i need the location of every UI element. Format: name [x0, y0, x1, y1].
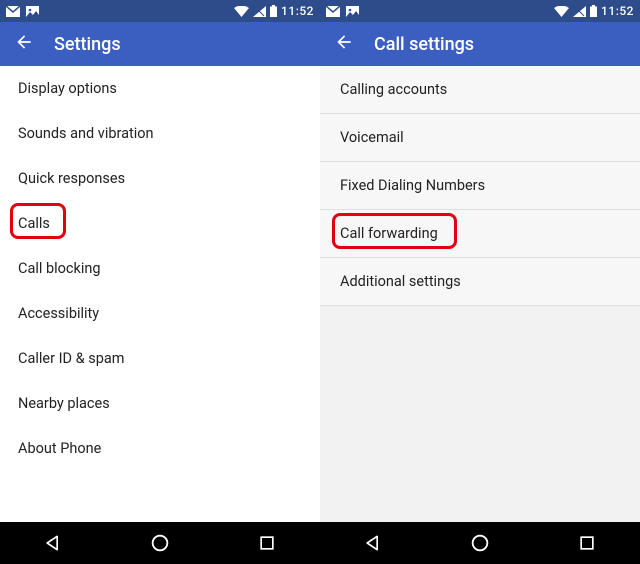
list-item-label: Caller ID & spam — [18, 350, 124, 367]
list-item-label: Quick responses — [18, 170, 125, 187]
list-item-label: Voicemail — [340, 129, 404, 146]
nav-home-icon[interactable] — [469, 532, 491, 554]
back-icon[interactable] — [334, 32, 354, 56]
list-item-label: Additional settings — [340, 273, 461, 290]
nav-recent-icon[interactable] — [577, 533, 597, 553]
settings-item-display-options[interactable]: Display options — [0, 66, 320, 111]
list-item-label: Display options — [18, 80, 117, 97]
status-clock: 11:52 — [281, 4, 314, 18]
page-title: Call settings — [374, 34, 474, 55]
settings-item-calls[interactable]: Calls — [0, 201, 320, 246]
list-item-label: Nearby places — [18, 395, 110, 412]
phone-screen-right: 11:52 Call settings Calling accounts Voi… — [320, 0, 640, 564]
navigation-bar — [0, 522, 320, 564]
nav-home-icon[interactable] — [149, 532, 171, 554]
list-item-label: Calls — [18, 215, 50, 232]
signal-icon — [253, 6, 266, 17]
settings-item-about-phone[interactable]: About Phone — [0, 426, 320, 471]
pictures-icon — [346, 6, 359, 17]
settings-item-nearby-places[interactable]: Nearby places — [0, 381, 320, 426]
gmail-icon — [6, 6, 20, 17]
navigation-bar — [320, 522, 640, 564]
settings-list: Display options Sounds and vibration Qui… — [0, 66, 320, 522]
callsettings-item-fixed-dialing[interactable]: Fixed Dialing Numbers — [320, 162, 640, 210]
call-settings-list: Calling accounts Voicemail Fixed Dialing… — [320, 66, 640, 522]
list-item-label: About Phone — [18, 440, 101, 457]
nav-back-icon[interactable] — [363, 533, 383, 553]
battery-icon — [590, 5, 597, 17]
settings-item-sounds-vibration[interactable]: Sounds and vibration — [0, 111, 320, 156]
status-clock: 11:52 — [601, 4, 634, 18]
list-item-label: Call blocking — [18, 260, 101, 277]
pictures-icon — [26, 6, 39, 17]
page-title: Settings — [54, 34, 121, 55]
list-item-label: Accessibility — [18, 305, 99, 322]
wifi-icon — [554, 6, 569, 17]
settings-item-quick-responses[interactable]: Quick responses — [0, 156, 320, 201]
callsettings-item-additional[interactable]: Additional settings — [320, 258, 640, 306]
settings-item-caller-id-spam[interactable]: Caller ID & spam — [0, 336, 320, 381]
status-bar: 11:52 — [320, 0, 640, 22]
nav-recent-icon[interactable] — [257, 533, 277, 553]
gmail-icon — [326, 6, 340, 17]
settings-item-accessibility[interactable]: Accessibility — [0, 291, 320, 336]
signal-icon — [573, 6, 586, 17]
back-icon[interactable] — [14, 32, 34, 56]
status-bar: 11:52 — [0, 0, 320, 22]
wifi-icon — [234, 6, 249, 17]
app-bar: Call settings — [320, 22, 640, 66]
list-item-label: Sounds and vibration — [18, 125, 154, 142]
callsettings-item-call-forwarding[interactable]: Call forwarding — [320, 210, 640, 258]
list-item-label: Calling accounts — [340, 81, 447, 98]
battery-icon — [270, 5, 277, 17]
settings-item-call-blocking[interactable]: Call blocking — [0, 246, 320, 291]
app-bar: Settings — [0, 22, 320, 66]
list-item-label: Fixed Dialing Numbers — [340, 177, 485, 194]
callsettings-item-calling-accounts[interactable]: Calling accounts — [320, 66, 640, 114]
phone-screen-left: 11:52 Settings Display options Sounds an… — [0, 0, 320, 564]
nav-back-icon[interactable] — [43, 533, 63, 553]
callsettings-item-voicemail[interactable]: Voicemail — [320, 114, 640, 162]
list-item-label: Call forwarding — [340, 225, 438, 242]
